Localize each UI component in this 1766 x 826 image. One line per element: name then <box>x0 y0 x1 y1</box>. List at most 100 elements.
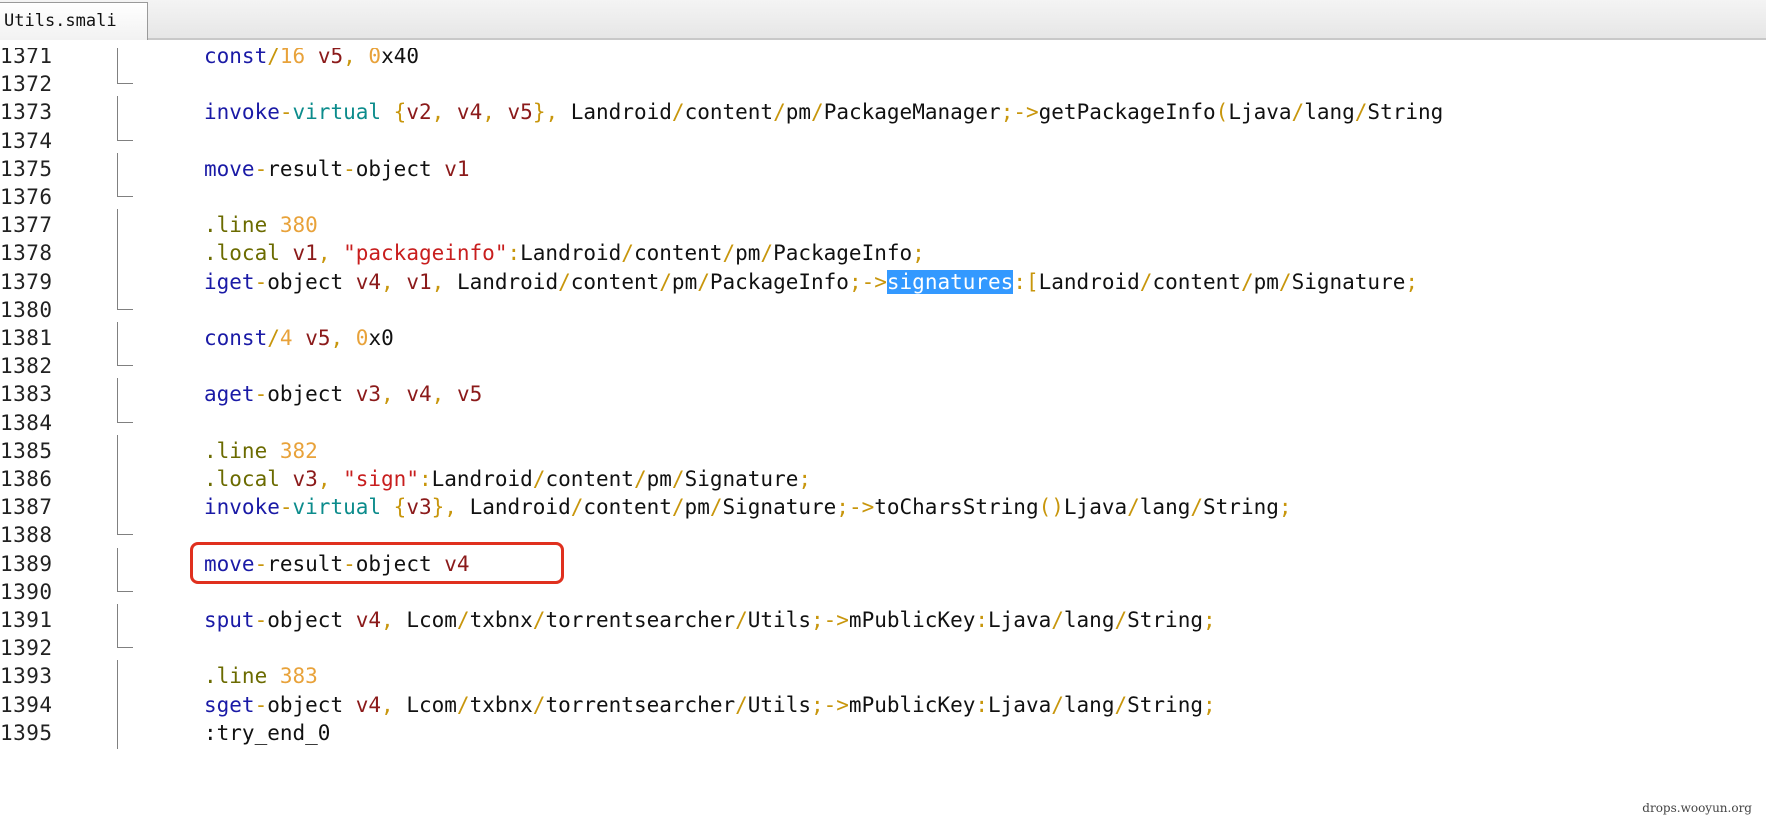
code-token: / <box>1278 269 1292 294</box>
code-token: v3 <box>406 495 432 520</box>
code-token: torrentsearcher <box>545 608 736 632</box>
code-token: :[ <box>1013 269 1039 294</box>
code-token: virtual <box>292 100 382 125</box>
code-token: - <box>254 382 268 407</box>
code-token: / <box>659 269 672 294</box>
code-token: v3 <box>292 467 318 491</box>
code-token: sget <box>204 692 255 717</box>
code-token: , <box>381 692 407 717</box>
code-token: / <box>1240 269 1254 294</box>
code-line[interactable]: 1374 <box>0 124 1766 157</box>
code-token: v4 <box>456 100 483 125</box>
code-token: / <box>773 100 786 125</box>
code-text: aget-object v3, v4, v5 <box>204 378 482 410</box>
code-text: const/4 v5, 0x0 <box>204 322 394 354</box>
code-token: - <box>279 100 293 125</box>
code-token: , <box>343 48 369 68</box>
code-token: String <box>1127 608 1203 632</box>
code-token: Lcom <box>406 608 457 632</box>
code-line[interactable]: 1393 .line 383 <box>0 660 1766 693</box>
fold-end-marker <box>117 196 133 197</box>
code-editor[interactable]: 1371 const/16 v5, 0x40 1372 1373 invoke-virt… <box>0 48 1766 826</box>
code-line[interactable]: 1373 invoke-virtual {v2, v4, v5}, Landroi… <box>0 96 1766 129</box>
fold-end-marker <box>117 421 133 423</box>
code-line[interactable]: 1387 invoke-virtual {v3}, Landroid/conten… <box>0 491 1766 524</box>
code-token: Utils <box>747 692 811 717</box>
code-token: - <box>343 551 356 576</box>
code-token: { <box>381 495 407 520</box>
code-token: ; <box>1278 495 1292 520</box>
code-line[interactable]: 1378 .local v1, "packageinfo":Landroid/co… <box>0 237 1766 270</box>
code-line[interactable]: 1388 <box>0 519 1766 551</box>
code-line[interactable]: 1390 <box>0 575 1766 608</box>
code-line[interactable]: 1377 .line 380 <box>0 209 1766 242</box>
code-token: / <box>267 48 280 68</box>
code-line[interactable]: 1384 <box>0 406 1766 439</box>
fold-guide <box>117 688 118 721</box>
code-token: content <box>570 269 660 294</box>
code-line[interactable]: 1389 move-result-object v4 <box>0 541 1766 584</box>
fold-guide <box>117 322 118 354</box>
line-number: 1393 <box>0 664 53 689</box>
code-token: Ljava <box>1228 100 1292 125</box>
fold-guide <box>117 604 118 636</box>
code-token: lang <box>1304 100 1355 125</box>
line-number: 1388 <box>0 523 53 548</box>
code-line[interactable]: 1383 aget-object v3, v4, v5 <box>0 378 1766 411</box>
code-token: ; <box>798 467 812 491</box>
code-line[interactable]: 1372 <box>0 68 1766 100</box>
code-token: lang <box>1063 608 1115 632</box>
selected-text: signatures <box>886 269 1014 294</box>
code-token: .local <box>204 467 280 491</box>
code-line[interactable]: 1392 <box>0 632 1766 664</box>
code-token: : <box>975 692 989 717</box>
code-token: "packageinfo" <box>343 241 508 266</box>
code-line[interactable]: 1386 .local v3, "sign":Landroid/content/p… <box>0 463 1766 495</box>
fold-guide <box>117 209 118 242</box>
code-token: ;-> <box>810 608 849 632</box>
code-token: content <box>684 100 774 125</box>
code-token: v1 <box>444 156 470 181</box>
fold-guide <box>117 124 118 141</box>
code-token: invoke <box>204 495 280 520</box>
code-token: / <box>1114 608 1128 632</box>
code-line[interactable]: 1380 <box>0 293 1766 326</box>
code-token: mPublicKey <box>848 692 976 717</box>
fold-end-marker <box>117 647 133 649</box>
tab-utils-smali[interactable]: Utils.smali <box>0 2 148 40</box>
code-token: / <box>671 467 685 491</box>
code-token: getPackageInfo <box>1038 100 1216 125</box>
code-token: torrentsearcher <box>545 692 736 717</box>
code-token: ;-> <box>810 692 849 717</box>
code-token: / <box>671 100 685 125</box>
code-token: v1 <box>292 241 318 266</box>
code-line[interactable]: 1395:try_end_0 <box>0 716 1766 749</box>
code-token: aget <box>204 382 255 407</box>
code-token: content <box>583 495 672 520</box>
code-line[interactable]: 1382 <box>0 350 1766 382</box>
code-line[interactable]: 1385 .line 382 <box>0 434 1766 467</box>
code-line[interactable]: 1379 iget-object v4, v1, Landroid/content… <box>0 265 1766 298</box>
code-line[interactable]: 1375 move-result-object v1 <box>0 152 1766 185</box>
fold-end-marker <box>117 139 133 141</box>
code-line[interactable]: 1394 sget-object v4, Lcom/txbnx/torrentse… <box>0 688 1766 721</box>
fold-guide <box>117 350 118 367</box>
code-token: Landroid <box>431 467 533 491</box>
line-number: 1385 <box>0 438 53 463</box>
code-token: , <box>431 269 457 294</box>
line-number: 1390 <box>0 579 53 604</box>
code-token: 382 <box>279 438 318 463</box>
code-line[interactable]: 1381 const/4 v5, 0x0 <box>0 322 1766 354</box>
code-token: v2 <box>406 100 432 125</box>
code-token: object <box>355 551 432 576</box>
code-line[interactable]: 1391 sput-object v4, Lcom/txbnx/torrentse… <box>0 604 1766 636</box>
code-text: .line 380 <box>204 209 318 241</box>
fold-guide <box>117 463 118 495</box>
code-line[interactable]: 1376 <box>0 181 1766 213</box>
code-token: result <box>267 551 344 576</box>
line-number: 1383 <box>0 382 53 407</box>
